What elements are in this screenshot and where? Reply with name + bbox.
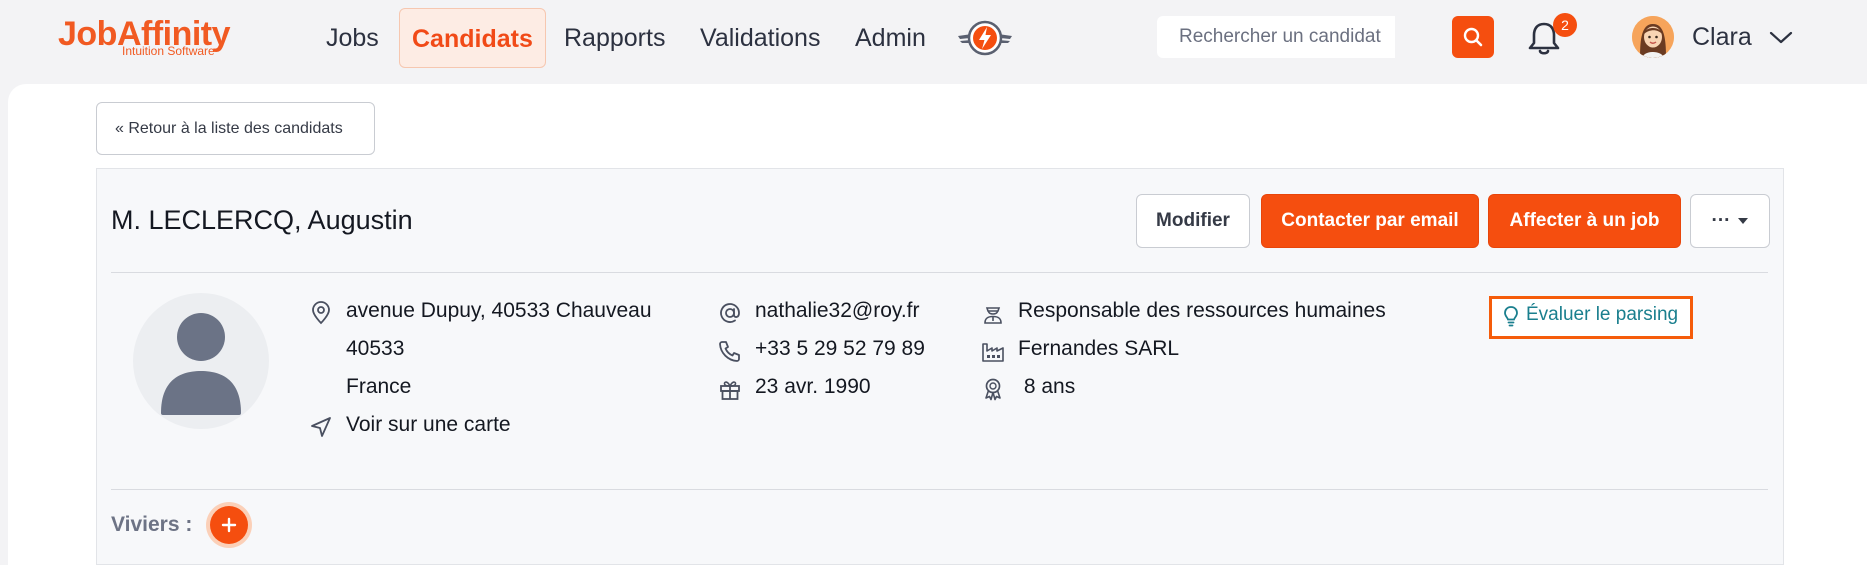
- location-pin-icon: [308, 300, 334, 326]
- contact-email-button[interactable]: Contacter par email: [1261, 194, 1479, 248]
- nav-item-validations[interactable]: Validations: [688, 8, 832, 68]
- assign-job-button[interactable]: Affecter à un job: [1488, 194, 1681, 248]
- search-input[interactable]: Rechercher un candidat: [1157, 16, 1395, 58]
- app-logo[interactable]: JobAffinity Intuition Software: [58, 14, 258, 60]
- more-actions-label: ···: [1711, 210, 1731, 231]
- award-ribbon-icon: [980, 376, 1006, 402]
- candidate-photo-placeholder: [133, 293, 269, 429]
- gift-icon: [717, 376, 743, 402]
- address-country: France: [346, 375, 412, 398]
- candidate-job-title: Responsable des ressources humaines: [1018, 299, 1386, 322]
- logo-sub-text: Intuition Software: [122, 44, 215, 58]
- user-name[interactable]: Clara: [1692, 18, 1752, 56]
- back-to-list-button[interactable]: « Retour à la liste des candidats: [96, 102, 375, 155]
- notification-count-badge: 2: [1553, 13, 1577, 37]
- factory-icon: [980, 338, 1006, 364]
- evaluate-parsing-label[interactable]: Évaluer le parsing: [1526, 301, 1678, 329]
- candidate-company: Fernandes SARL: [1018, 337, 1180, 360]
- lightning-wing-badge-icon[interactable]: [956, 16, 1014, 60]
- candidate-phone[interactable]: +33 5 29 52 79 89: [755, 334, 925, 364]
- edit-button[interactable]: Modifier: [1136, 194, 1250, 248]
- chevron-down-icon[interactable]: [1768, 26, 1794, 48]
- avatar[interactable]: [1632, 16, 1674, 58]
- plus-icon: [221, 517, 237, 533]
- candidate-birthday: 23 avr. 1990: [755, 375, 871, 398]
- nav-item-candidats[interactable]: Candidats: [399, 8, 546, 68]
- navigation-arrow-icon[interactable]: [308, 414, 334, 440]
- caret-down-icon: [1738, 217, 1749, 224]
- address-street: avenue Dupuy, 40533 Chauveau: [346, 299, 652, 322]
- address-zip: 40533: [346, 337, 405, 360]
- section-divider: [111, 489, 1768, 490]
- view-on-map-link[interactable]: Voir sur une carte: [346, 410, 511, 440]
- top-navbar: JobAffinity Intuition Software Jobs Cand…: [0, 0, 1867, 80]
- viviers-label: Viviers :: [111, 513, 193, 536]
- add-vivier-button[interactable]: [210, 506, 248, 544]
- nav-item-jobs[interactable]: Jobs: [314, 8, 391, 68]
- candidate-email[interactable]: nathalie32@roy.fr: [755, 296, 920, 326]
- more-actions-dropdown[interactable]: ···: [1690, 194, 1770, 248]
- phone-icon: [717, 338, 743, 364]
- search-button[interactable]: [1452, 16, 1494, 58]
- at-sign-icon: [717, 300, 743, 326]
- header-divider: [111, 272, 1768, 273]
- person-badge-icon: [980, 300, 1006, 326]
- nav-item-rapports[interactable]: Rapports: [552, 8, 677, 68]
- lightbulb-icon: [1499, 303, 1523, 329]
- search-icon: [1463, 27, 1483, 47]
- candidate-name: M. LECLERCQ, Augustin: [111, 205, 413, 235]
- user-silhouette-icon: [161, 313, 241, 415]
- candidate-experience: 8 ans: [1018, 375, 1076, 398]
- nav-item-admin[interactable]: Admin: [843, 8, 938, 68]
